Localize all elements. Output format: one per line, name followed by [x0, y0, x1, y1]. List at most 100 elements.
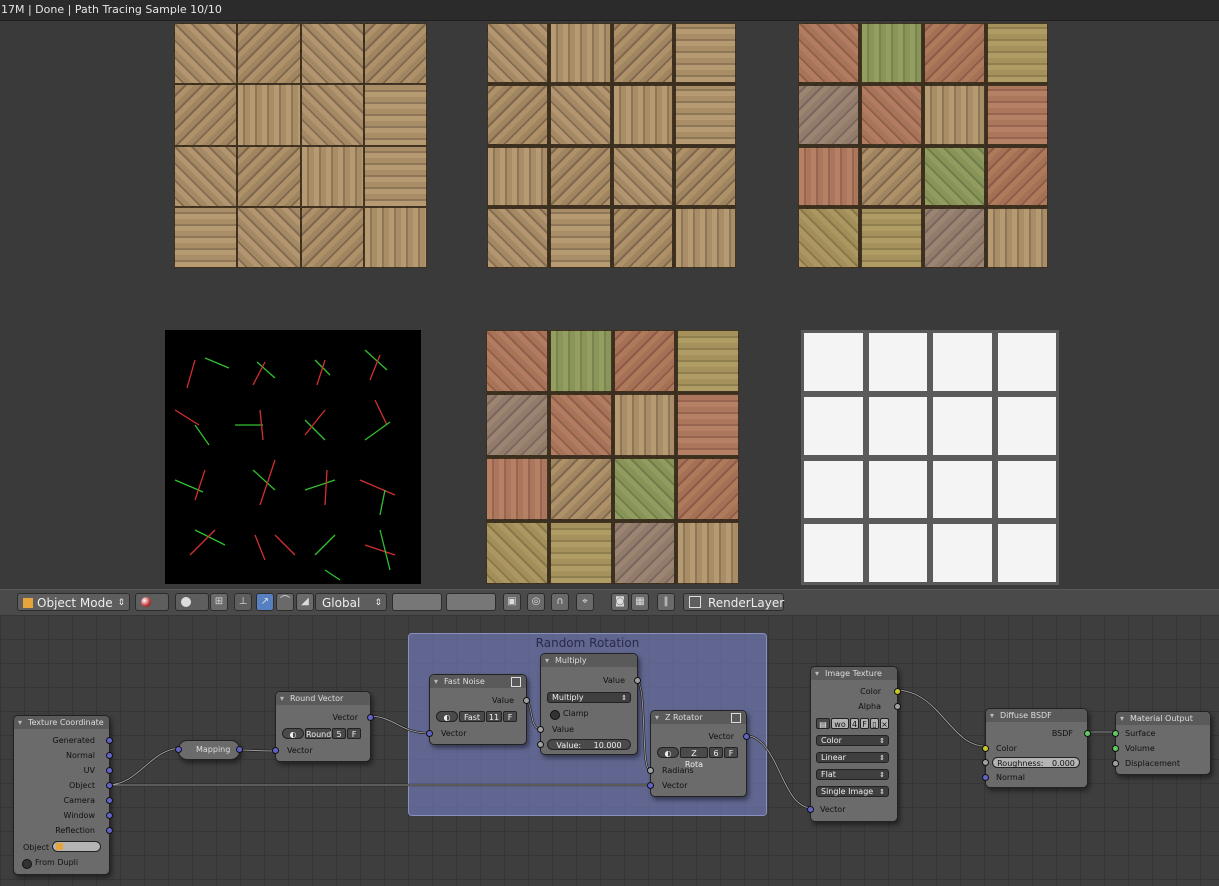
socket-bsdf[interactable]: [1084, 730, 1091, 737]
socket-normal[interactable]: [106, 752, 113, 759]
socket-in[interactable]: [175, 746, 182, 753]
script-fake-user[interactable]: F: [724, 747, 738, 758]
roughness-field[interactable]: Roughness: 0.000: [992, 757, 1080, 768]
script-name[interactable]: Z Rota: [680, 747, 708, 769]
socket-reflection[interactable]: [106, 827, 113, 834]
socket-vector[interactable]: [647, 782, 654, 789]
tile: [861, 208, 922, 268]
script-name[interactable]: Fast: [459, 711, 485, 722]
socket-out[interactable]: [743, 733, 750, 740]
socket-out[interactable]: [236, 746, 243, 753]
image-open-icon[interactable]: ▯: [870, 718, 879, 729]
script-users[interactable]: 6: [709, 747, 723, 758]
source-select[interactable]: Single Image: [816, 786, 889, 797]
socket-camera[interactable]: [106, 797, 113, 804]
socket-out[interactable]: [523, 697, 530, 704]
script-fake-user[interactable]: F: [347, 728, 361, 739]
node-fast-noise[interactable]: Fast Noise Value ◐ Fast 11 F Vector: [426, 674, 530, 745]
tile: [865, 330, 930, 394]
translate-manipulator-icon[interactable]: ↗: [256, 593, 274, 611]
socket-uv[interactable]: [106, 767, 113, 774]
render-animation-icon[interactable]: ▦: [631, 593, 649, 611]
image-name[interactable]: wo: [831, 718, 849, 729]
scale-manipulator-icon[interactable]: ◢: [296, 593, 314, 611]
projection-select[interactable]: Flat: [816, 769, 889, 780]
lock-layers-icon[interactable]: ▣: [503, 593, 521, 611]
tile: [363, 145, 427, 207]
proportional-edit-icon[interactable]: ◎: [527, 593, 545, 611]
script-select[interactable]: ◐: [436, 711, 458, 722]
node-texture-coordinate[interactable]: Texture Coordinate Generated Normal UV O…: [13, 715, 113, 875]
transform-manipulator-icon[interactable]: ⊥: [234, 593, 252, 611]
snap-element-icon[interactable]: ⌖: [576, 593, 594, 611]
script-users[interactable]: 5: [332, 728, 346, 739]
render-still-icon[interactable]: ◙: [611, 593, 629, 611]
socket-roughness[interactable]: [982, 759, 989, 766]
node-material-output[interactable]: Material Output Surface Volume Displacem…: [1112, 711, 1211, 775]
socket-object[interactable]: [106, 782, 113, 789]
pivot-select[interactable]: [175, 593, 209, 611]
image-browse[interactable]: ▤: [816, 718, 830, 729]
script-select[interactable]: ◐: [657, 747, 679, 758]
tile: [486, 458, 548, 520]
script-users[interactable]: 11: [486, 711, 502, 722]
socket-out[interactable]: [634, 677, 641, 684]
socket-generated[interactable]: [106, 737, 113, 744]
render-layer-select[interactable]: RenderLayer: [683, 593, 784, 611]
socket-in-1[interactable]: [537, 726, 544, 733]
snap-magnet-icon[interactable]: ∩: [551, 593, 569, 611]
script-select[interactable]: ◐: [282, 728, 304, 739]
socket-alpha[interactable]: [894, 703, 901, 710]
object-field[interactable]: [52, 841, 101, 852]
socket-radians[interactable]: [647, 767, 654, 774]
color-space-select[interactable]: Color: [816, 735, 889, 746]
from-dupli-checkbox[interactable]: [22, 859, 32, 869]
render-viewport[interactable]: [0, 21, 1219, 589]
node-diffuse-bsdf[interactable]: Diffuse BSDF BSDF Color Roughness: 0.000…: [982, 708, 1091, 788]
transform-orientation-select[interactable]: Global ⇕: [315, 593, 387, 611]
node-image-texture[interactable]: Image Texture Color Alpha ▤ wo 4 F ▯ × C…: [807, 666, 901, 822]
snap-icon[interactable]: ⊞: [210, 593, 228, 611]
socket-vector[interactable]: [807, 806, 814, 813]
output-generated: Generated: [52, 736, 95, 745]
node-title: Image Texture: [811, 667, 897, 680]
viewport-shading-select[interactable]: [135, 593, 169, 611]
operation-select[interactable]: Multiply: [547, 692, 631, 703]
socket-volume[interactable]: [1112, 745, 1119, 752]
node-z-rotator[interactable]: Z Rotator Vector ◐ Z Rota 6 F Radians Ve…: [647, 710, 750, 797]
tile: [675, 23, 736, 83]
script-name[interactable]: Round: [305, 728, 331, 739]
render-panel-grid: [487, 23, 736, 268]
value-2-field[interactable]: Value: 10.000: [547, 739, 631, 750]
socket-displacement[interactable]: [1112, 760, 1119, 767]
image-unlink-icon[interactable]: ×: [880, 718, 889, 729]
tile: [237, 23, 301, 85]
tile: [237, 145, 301, 207]
socket-normal[interactable]: [982, 774, 989, 781]
image-fake-user[interactable]: F: [860, 718, 869, 729]
socket-color[interactable]: [982, 745, 989, 752]
node-multiply[interactable]: Multiply Value Multiply Clamp Value Valu…: [537, 653, 641, 755]
mode-select[interactable]: Object Mode ⇕: [17, 593, 130, 611]
script-fake-user[interactable]: F: [503, 711, 517, 722]
socket-in[interactable]: [426, 730, 433, 737]
interpolation-select[interactable]: Linear: [816, 752, 889, 763]
image-users[interactable]: 4: [850, 718, 859, 729]
socket-color[interactable]: [894, 688, 901, 695]
layers-grid-2[interactable]: [446, 593, 496, 611]
socket-window[interactable]: [106, 812, 113, 819]
render-panel-vectors: [165, 330, 421, 584]
socket-in-2[interactable]: [537, 741, 544, 748]
input-vector: Vector: [287, 746, 313, 755]
rotate-manipulator-icon[interactable]: ⌒: [276, 593, 294, 611]
pause-icon[interactable]: ‖: [657, 593, 675, 611]
layers-grid-1[interactable]: [392, 593, 442, 611]
socket-out[interactable]: [367, 714, 374, 721]
node-mapping[interactable]: Mapping: [175, 740, 243, 760]
socket-surface[interactable]: [1112, 730, 1119, 737]
socket-in[interactable]: [272, 747, 279, 754]
clamp-checkbox[interactable]: [550, 710, 560, 720]
tile: [924, 23, 985, 83]
node-round-vector[interactable]: Round Vector Vector ◐ Round 5 F Vector: [272, 691, 374, 762]
node-editor[interactable]: Random Rotation Texture Coordinat: [0, 615, 1219, 886]
